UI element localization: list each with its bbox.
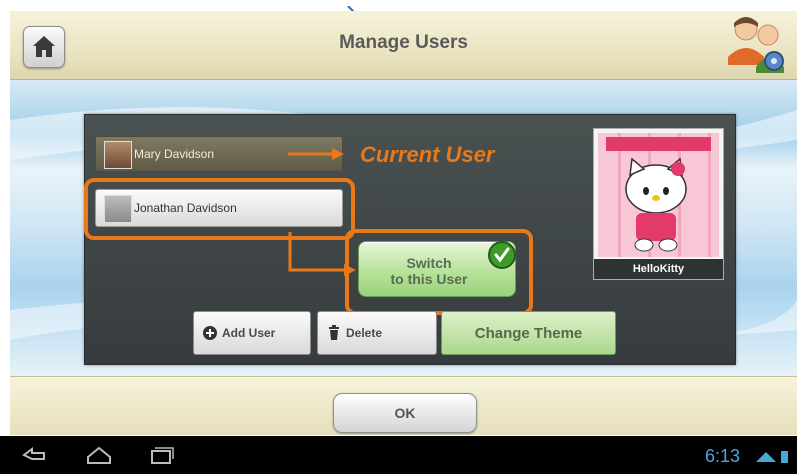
switch-label-line2: to this User xyxy=(390,271,468,287)
back-icon[interactable] xyxy=(18,445,48,465)
change-theme-label: Change Theme xyxy=(474,325,583,342)
switch-label-line1: Switch xyxy=(406,255,452,271)
theme-preview-card[interactable]: HelloKitty xyxy=(593,128,724,280)
user-name: Mary Davidson xyxy=(134,147,215,161)
highlight-selected-user xyxy=(84,178,355,240)
android-navbar xyxy=(0,436,797,474)
delete-button[interactable]: Delete xyxy=(317,311,437,355)
switch-user-button[interactable]: Switch to this User xyxy=(358,241,516,297)
battery-icon xyxy=(781,451,788,463)
wifi-icon xyxy=(756,452,776,462)
current-user-annotation: Current User xyxy=(360,142,495,167)
home-nav-icon[interactable] xyxy=(84,445,114,465)
switch-user-label: Switch to this User xyxy=(359,255,499,287)
avatar xyxy=(104,141,132,169)
ok-button[interactable]: OK xyxy=(333,393,477,433)
add-user-button[interactable]: Add User xyxy=(193,311,311,355)
wifi-battery-icons xyxy=(756,451,788,463)
change-theme-button[interactable]: Change Theme xyxy=(441,311,616,355)
theme-name: HelloKitty xyxy=(594,259,723,279)
delete-label: Delete xyxy=(346,326,383,340)
add-user-label: Add User xyxy=(222,326,276,340)
theme-preview-image xyxy=(598,133,719,257)
top-stub-decoration xyxy=(346,0,360,13)
users-gear-icon xyxy=(722,13,792,77)
checkmark-icon xyxy=(488,241,516,269)
hello-kitty-icon xyxy=(606,137,711,252)
trash-icon xyxy=(329,325,339,340)
add-icon xyxy=(203,326,217,340)
status-clock: 6:13 xyxy=(705,446,741,466)
page-title: Manage Users xyxy=(339,32,468,53)
current-user-arrow xyxy=(288,148,344,160)
title-bar: Manage Users xyxy=(10,11,797,80)
recent-apps-icon[interactable] xyxy=(146,445,176,465)
